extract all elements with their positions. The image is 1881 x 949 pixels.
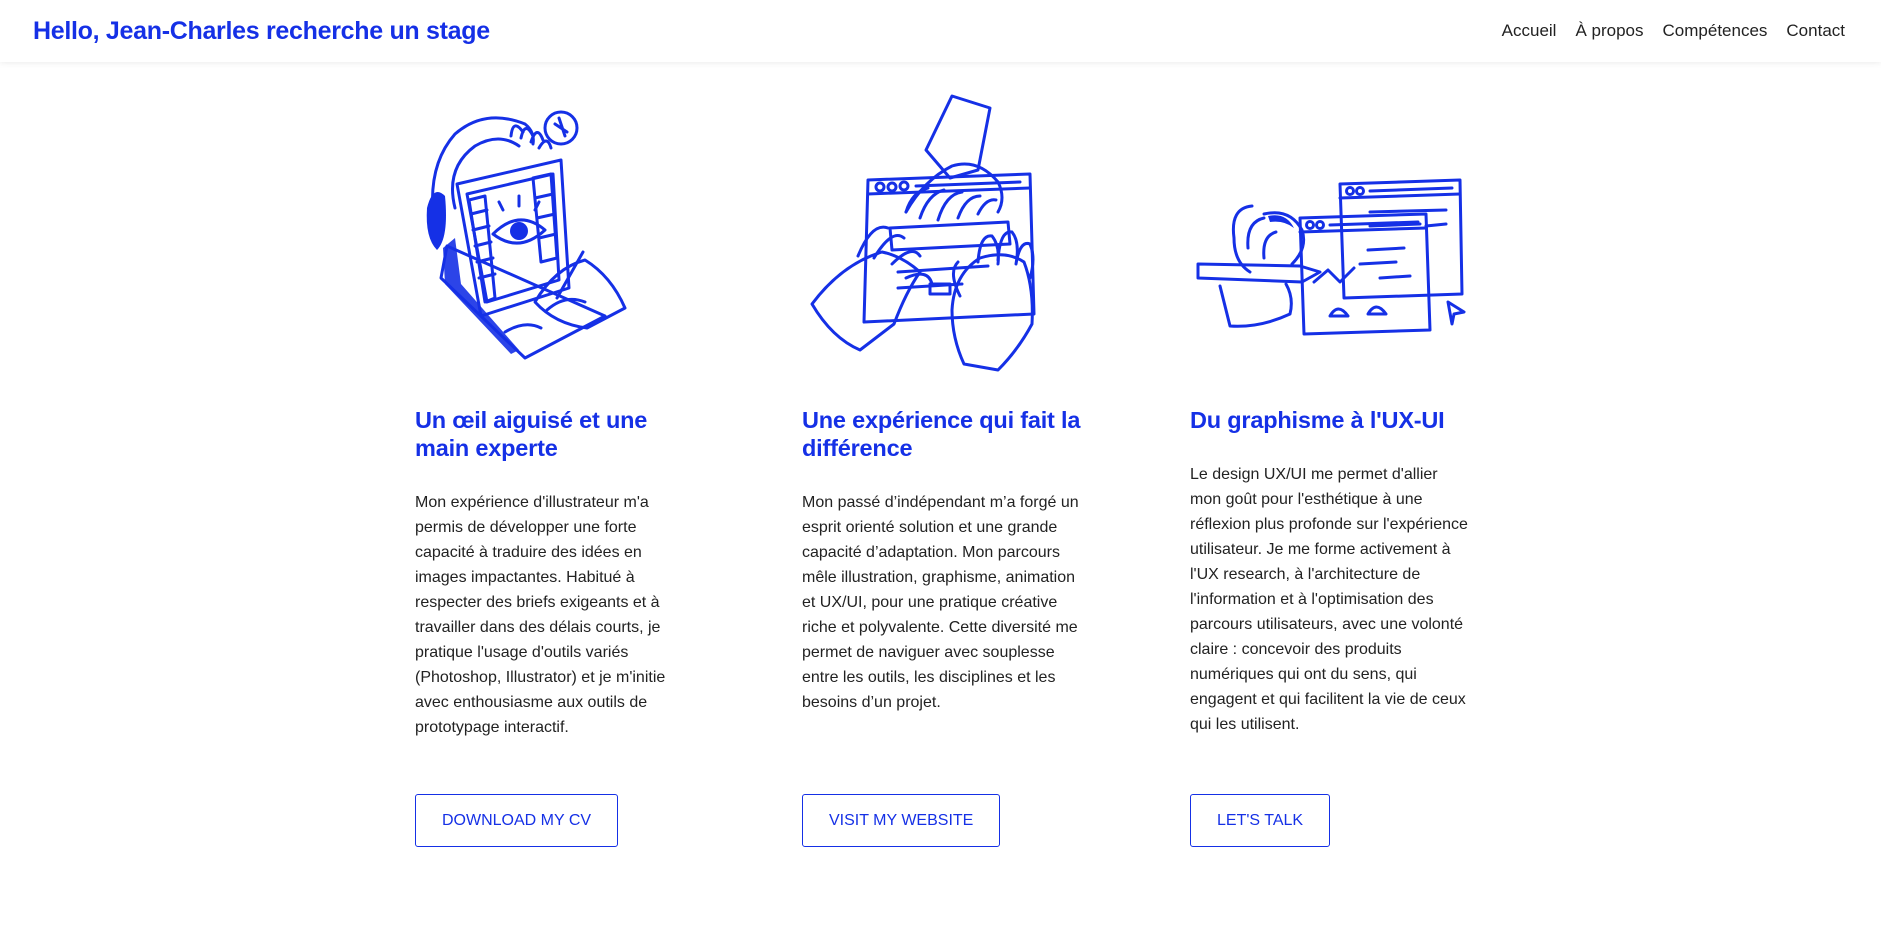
nav-link-accueil[interactable]: Accueil (1502, 21, 1557, 41)
nav-link-contact[interactable]: Contact (1786, 21, 1845, 41)
site-brand-link[interactable]: Hello, Jean-Charles recherche un stage (33, 17, 490, 46)
feature-description: Le design UX/UI me permet d'allier mon g… (1190, 466, 1468, 733)
main-nav: Accueil À propos Compétences Contact (1502, 21, 1845, 41)
nav-link-competences[interactable]: Compétences (1663, 21, 1768, 41)
illustrator-drawing-icon (415, 88, 697, 368)
hands-on-screen-icon (802, 88, 1084, 372)
feature-description: Mon passé d’indépendant m’a forgé un esp… (802, 494, 1079, 711)
download-cv-button[interactable]: Download my CV (415, 794, 619, 847)
feature-title: Une expérience qui fait la différence (802, 407, 1081, 461)
feature-column-experience: Une expérience qui fait la différence Mo… (802, 62, 1084, 949)
feature-title: Du graphisme à l'UX-UI (1190, 407, 1445, 433)
top-navigation-bar: Hello, Jean-Charles recherche un stage A… (0, 0, 1881, 62)
feature-column-ux-ui: Du graphisme à l'UX-UI Le design UX/UI m… (1190, 62, 1472, 949)
feature-description: Mon expérience d'illustrateur m'a permis… (415, 494, 666, 736)
nav-link-a-propos[interactable]: À propos (1575, 21, 1643, 41)
feature-columns: Un œil aiguisé et une main experte Mon e… (415, 62, 1468, 949)
ux-wireframe-icon (1190, 88, 1472, 368)
lets-talk-button[interactable]: Let's talk (1190, 794, 1331, 847)
feature-column-illustration: Un œil aiguisé et une main experte Mon e… (415, 62, 697, 949)
feature-title: Un œil aiguisé et une main experte (415, 407, 648, 461)
visit-website-button[interactable]: Visit my website (802, 794, 1001, 847)
